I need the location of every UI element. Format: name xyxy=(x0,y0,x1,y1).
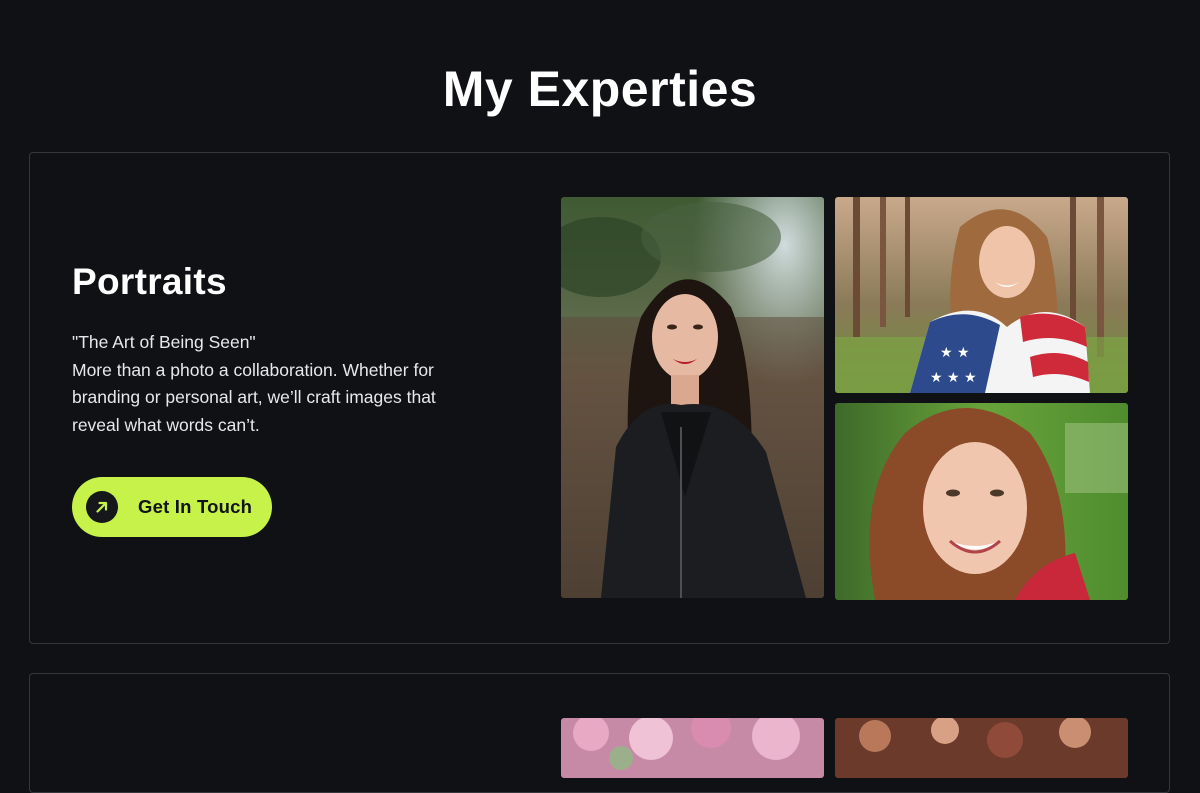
get-in-touch-label: Get In Touch xyxy=(138,496,253,517)
expertise-card-portraits: Portraits "The Art of Being Seen" More t… xyxy=(29,152,1170,644)
card-description: "The Art of Being Seen" More than a phot… xyxy=(72,329,472,439)
svg-text:★ ★: ★ ★ xyxy=(940,345,970,361)
arrow-up-right-icon xyxy=(86,491,118,523)
card-description-line: reveal what words can’t. xyxy=(72,414,260,435)
portrait-woman-flag-photo: ★ ★ ★ ★ ★ xyxy=(835,197,1128,393)
svg-text:★ ★ ★: ★ ★ ★ xyxy=(930,370,977,386)
get-in-touch-button[interactable]: Get In Touch xyxy=(72,477,272,537)
pink-blossom-photo xyxy=(561,718,824,778)
portrait-woman-leather-jacket-photo xyxy=(561,197,824,598)
autumn-flowers-photo xyxy=(835,718,1128,778)
expertise-card-next xyxy=(29,673,1170,793)
portrait-woman-smiling-photo xyxy=(835,403,1128,600)
card-tagline: "The Art of Being Seen" xyxy=(72,332,256,352)
card-title: Portraits xyxy=(72,261,227,302)
card-description-line: More than a photo a collaboration. Wheth… xyxy=(72,359,434,380)
section-title: My Experties xyxy=(442,61,758,117)
card-description-line: branding or personal art, we’ll craft im… xyxy=(72,387,436,407)
